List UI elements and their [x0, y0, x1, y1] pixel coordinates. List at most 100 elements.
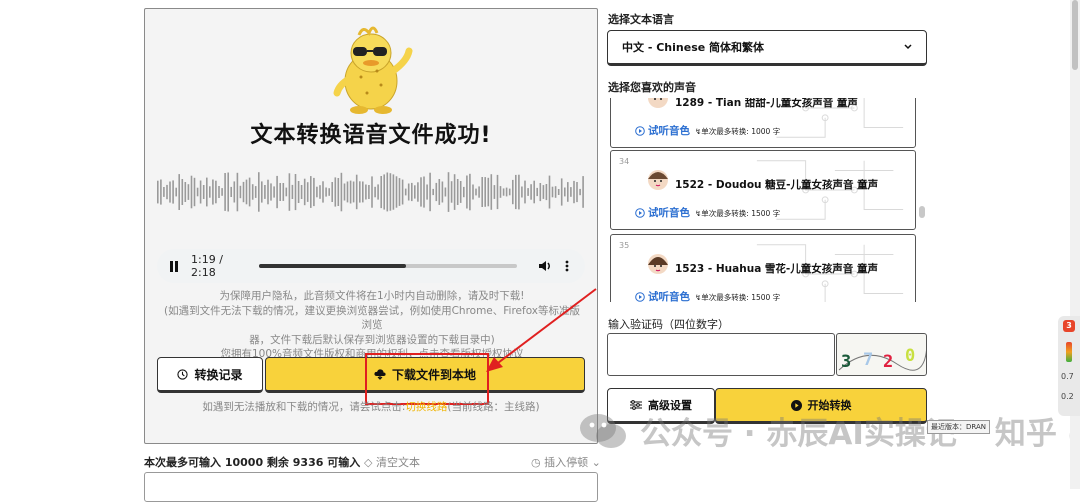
captcha-input[interactable] [607, 333, 835, 376]
preview-button[interactable]: 试听音色 [635, 123, 690, 138]
waveform-bar [423, 176, 425, 208]
voice-card[interactable]: 35 1523 - Huahua 雪花-儿童女孩声音 童声 试听音色 ↯ 单次最… [610, 234, 916, 302]
waveform-bar [230, 186, 232, 197]
waveform-bar [331, 182, 333, 202]
waveform-bar [469, 173, 471, 211]
play-circle-icon [635, 125, 645, 136]
waveform-bar [456, 179, 459, 205]
char-limit: ↯ 单次最多转换: 1500 字 [695, 292, 780, 302]
waveform-bar [527, 188, 529, 196]
voice-card[interactable]: 34 1522 - Doudou 糖豆-儿童女孩声音 童声 试听音色 ↯ 单次最… [610, 150, 916, 230]
char-limit: ↯ 单次最多转换: 1500 字 [695, 208, 780, 219]
waveform-bar [172, 180, 174, 204]
language-label: 选择文本语言 [608, 13, 674, 26]
voice-list[interactable]: 1289 - Tian 甜甜-儿童女孩声音 童声 试听音色 ↯ 单次最多转换: … [607, 98, 929, 302]
insert-pause-button[interactable]: ◷ 插入停顿 ⌄ [531, 454, 601, 470]
mascot-duck-illustration [333, 26, 413, 114]
waveform-bar [215, 180, 217, 204]
volume-icon[interactable] [537, 258, 553, 274]
audio-player[interactable]: 1:19 / 2:18 [157, 249, 585, 283]
waveform-bar [300, 185, 303, 199]
pause-icon[interactable] [167, 259, 181, 273]
waveform-bar [355, 174, 358, 210]
more-options-icon[interactable] [559, 258, 575, 274]
waveform-bar [206, 177, 208, 207]
waveform-bar [233, 181, 236, 203]
playback-time: 1:19 / 2:18 [191, 253, 223, 279]
preview-button[interactable]: 试听音色 [635, 205, 690, 220]
switch-route-link[interactable]: 切换线路 [405, 401, 447, 413]
page-scroll-thumb[interactable] [1072, 0, 1078, 70]
voice-list-scrollbar[interactable] [919, 206, 925, 218]
preview-label: 试听音色 [648, 207, 690, 219]
waveform-bar [313, 177, 315, 207]
waveform-bar [548, 175, 551, 209]
waveform-bar [343, 183, 346, 201]
waveform-bar [359, 181, 361, 203]
waveform-bar [512, 179, 514, 205]
waveform-bar [178, 174, 180, 210]
clear-text-button[interactable]: ◇ 清空文本 [364, 456, 420, 469]
waveform-bar [258, 172, 260, 212]
waveform-bar [291, 184, 294, 199]
waveform-bar [463, 186, 465, 198]
seek-bar[interactable] [259, 264, 517, 268]
fallback-line: 如遇到无法播放和下载的情况，请尝试点击:切换线路(当前线路：主线路) [145, 399, 597, 414]
captcha-image[interactable]: 3 7 2 0 [836, 333, 927, 376]
waveform-bar [175, 187, 177, 197]
captcha-label: 输入验证码（四位数字） [608, 318, 729, 331]
waveform-bar [493, 185, 496, 199]
waveform-bar [242, 181, 245, 203]
waveform-bar [273, 186, 275, 198]
waveform-bar [579, 188, 581, 196]
waveform-bar [426, 184, 428, 200]
waveform-bar [386, 172, 389, 212]
waveform-bar [389, 173, 392, 211]
watermark: 公众号 · 赤辰AI实操记 知乎 @赤辰AI实操记 [578, 408, 1080, 453]
voice-name: 1289 - Tian 甜甜-儿童女孩声音 童声 [675, 98, 858, 109]
waveform-bar [524, 180, 526, 204]
waveform-bar [582, 176, 584, 208]
audio-waveform [157, 172, 584, 212]
waveform-bar [411, 182, 413, 202]
waveform-bar [554, 186, 557, 198]
clock-icon [177, 368, 189, 380]
waveform-bar [450, 181, 453, 203]
waveform-bar [282, 183, 285, 201]
text-input-area[interactable] [144, 472, 598, 502]
waveform-bar [224, 173, 226, 211]
waveform-bar [447, 172, 450, 212]
waveform-bar [496, 174, 499, 210]
waveform-bar [190, 175, 193, 209]
waveform-bar [560, 178, 563, 206]
waveform-bar [346, 181, 349, 203]
success-title: 文本转换语音文件成功! [250, 123, 492, 148]
voice-card[interactable]: 1289 - Tian 甜甜-儿童女孩声音 童声 试听音色 ↯ 单次最多转换: … [610, 98, 916, 148]
waveform-bar [254, 186, 257, 198]
waveform-bar [539, 183, 542, 202]
waveform-bar [248, 177, 251, 207]
waveform-bar [166, 184, 168, 200]
waveform-bar [196, 187, 199, 197]
wechat-logo-icon [580, 413, 626, 448]
play-circle-icon [635, 291, 645, 302]
clear-text-label: 清空文本 [376, 456, 421, 469]
side-widget[interactable]: 3 0.7 0.2 [1058, 316, 1080, 416]
waveform-bar [212, 179, 214, 205]
waveform-bar [352, 181, 355, 203]
waveform-bar [276, 175, 278, 209]
waveform-bar [218, 186, 220, 198]
waveform-bar [521, 186, 523, 198]
preview-button[interactable]: 试听音色 [635, 289, 690, 302]
language-select[interactable]: 中文 - Chinese 简体和繁体 [607, 30, 927, 66]
history-button[interactable]: 转换记录 [157, 357, 263, 393]
captcha-digit: 7 [863, 350, 873, 370]
waveform-bar [181, 179, 184, 205]
waveform-bar [505, 187, 508, 197]
waveform-bar [545, 184, 548, 201]
waveform-bar [337, 178, 340, 206]
voice-name: 1523 - Huahua 雪花-儿童女孩声音 童声 [675, 263, 878, 275]
fallback-prefix: 如遇到无法播放和下载的情况，请尝试点击: [202, 401, 406, 413]
waveform-bar [334, 177, 337, 207]
waveform-bar [420, 177, 422, 207]
